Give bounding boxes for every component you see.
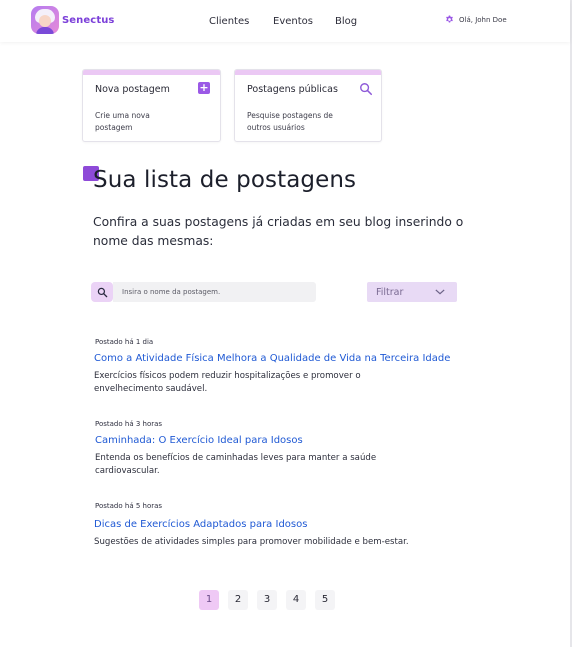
filter-label: Filtrar bbox=[376, 287, 404, 298]
post-timestamp: Postado há 1 dia bbox=[95, 338, 154, 346]
public-posts-card-title: Postagens públicas bbox=[247, 84, 338, 95]
chevron-down-icon bbox=[435, 289, 445, 295]
post-title-link[interactable]: Dicas de Exercícios Adaptados para Idoso… bbox=[94, 519, 307, 530]
public-posts-card[interactable]: Postagens públicas Pesquise postagens de… bbox=[234, 69, 382, 142]
nav-item-clientes[interactable]: Clientes bbox=[209, 16, 249, 27]
post-excerpt: Exercícios físicos podem reduzir hospita… bbox=[94, 371, 361, 394]
new-post-card-description: Crie uma nova postagem bbox=[95, 111, 150, 132]
new-post-card[interactable]: Nova postagem + Crie uma nova postagem bbox=[82, 69, 221, 142]
page-button-5[interactable]: 5 bbox=[315, 590, 335, 610]
grandmother-avatar-icon bbox=[31, 6, 59, 34]
page-intro: Confira a suas postagens já criadas em s… bbox=[93, 215, 464, 248]
new-post-card-title: Nova postagem bbox=[95, 84, 170, 95]
filter-dropdown[interactable]: Filtrar bbox=[367, 282, 457, 302]
page-button-2[interactable]: 2 bbox=[228, 590, 248, 610]
search-input[interactable] bbox=[113, 282, 316, 302]
gear-icon bbox=[446, 15, 453, 23]
user-menu[interactable]: Olá, John Doe bbox=[445, 15, 507, 24]
card-accent-bar bbox=[235, 70, 381, 75]
post-title-link[interactable]: Caminhada: O Exercício Ideal para Idosos bbox=[95, 435, 303, 446]
user-greeting: Olá, John Doe bbox=[459, 15, 507, 24]
nav-item-eventos[interactable]: Eventos bbox=[273, 16, 313, 27]
top-header: Senectus Clientes Eventos Blog Olá, John… bbox=[0, 0, 570, 42]
page-title: Sua lista de postagens bbox=[93, 167, 357, 193]
post-excerpt: Sugestões de atividades simples para pro… bbox=[94, 537, 409, 547]
card-accent-bar bbox=[83, 70, 220, 75]
nav-item-blog[interactable]: Blog bbox=[335, 16, 357, 27]
post-title-link[interactable]: Como a Atividade Física Melhora a Qualid… bbox=[94, 353, 450, 364]
search-icon bbox=[97, 287, 107, 297]
plus-square-icon: + bbox=[198, 81, 210, 94]
search-button[interactable] bbox=[91, 282, 113, 302]
search-icon bbox=[360, 83, 373, 96]
page-button-4[interactable]: 4 bbox=[286, 590, 306, 610]
post-timestamp: Postado há 5 horas bbox=[95, 502, 163, 510]
page-button-1[interactable]: 1 bbox=[199, 590, 219, 610]
public-posts-card-description: Pesquise postagens de outros usuários bbox=[247, 111, 333, 132]
page-button-3[interactable]: 3 bbox=[257, 590, 277, 610]
brand-name: Senectus bbox=[62, 14, 115, 26]
brand-logo[interactable]: Senectus bbox=[31, 6, 114, 34]
post-excerpt: Entenda os benefícios de caminhadas leve… bbox=[95, 453, 377, 476]
post-timestamp: Postado há 3 horas bbox=[95, 420, 163, 428]
